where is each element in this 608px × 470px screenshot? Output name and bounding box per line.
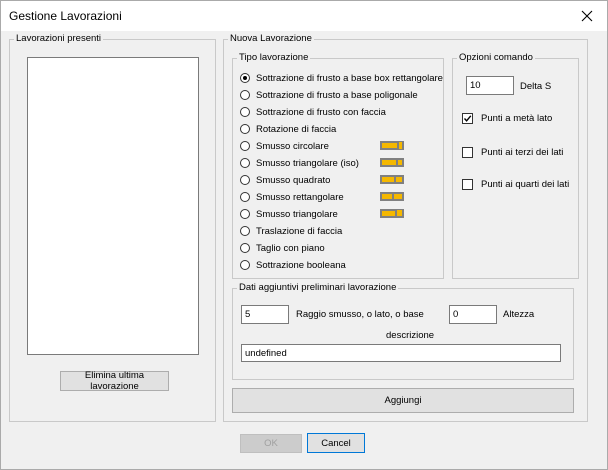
radio-label: Smusso rettangolare: [256, 191, 344, 203]
radio-option[interactable]: Smusso rettangolare: [240, 190, 410, 204]
radio-option[interactable]: Smusso circolare: [240, 139, 410, 153]
radio-label: Smusso triangolare (iso): [256, 157, 359, 169]
lavorazioni-presenti-label: Lavorazioni presenti: [16, 33, 102, 44]
radio-label: Sottrazione di frusto con faccia: [256, 106, 386, 118]
close-icon: [581, 10, 593, 22]
radio-button[interactable]: [240, 260, 250, 270]
nuova-lavorazione-label: Nuova Lavorazione: [230, 33, 312, 44]
checkbox-label: Punti a metà lato: [481, 112, 553, 124]
radio-button[interactable]: [240, 192, 250, 202]
dialog-window: Gestione Lavorazioni Lavorazioni present…: [0, 0, 608, 470]
checkbox[interactable]: [462, 146, 473, 158]
radio-option[interactable]: Sottrazione di frusto a base box rettang…: [240, 71, 443, 85]
radio-button[interactable]: [240, 107, 250, 117]
raggio-input[interactable]: 5: [241, 305, 289, 324]
checkbox-option[interactable]: Punti ai terzi dei lati: [462, 145, 563, 159]
radio-label: Taglio con piano: [256, 242, 325, 254]
checkbox-label: Punti ai quarti dei lati: [481, 178, 570, 190]
checkbox[interactable]: [462, 112, 473, 124]
raggio-label: Raggio smusso, o lato, o base: [296, 309, 424, 320]
smusso-circolare-thumbnail-icon: [380, 141, 404, 150]
smusso-triangolare-iso-thumbnail-icon: [380, 158, 404, 167]
title-bar: Gestione Lavorazioni: [1, 1, 607, 31]
checkbox-option[interactable]: Punti a metà lato: [462, 111, 552, 125]
radio-button[interactable]: [240, 175, 250, 185]
radio-button[interactable]: [240, 209, 250, 219]
radio-option[interactable]: Smusso triangolare (iso): [240, 156, 410, 170]
radio-option[interactable]: Smusso triangolare: [240, 207, 410, 221]
checkmark-icon: [463, 114, 472, 122]
ok-button[interactable]: OK: [240, 434, 302, 453]
aggiungi-button[interactable]: Aggiungi: [232, 388, 574, 413]
elimina-ultima-button[interactable]: Elimina ultima lavorazione: [60, 370, 169, 392]
tipo-lavorazione-options: Sottrazione di frusto a base box rettang…: [232, 53, 444, 279]
close-button[interactable]: [567, 1, 607, 31]
radio-button[interactable]: [240, 141, 250, 151]
opzioni-checkboxes: Punti a metà lato Punti ai terzi dei lat…: [452, 53, 579, 279]
smusso-triangolare-thumbnail-icon: [380, 209, 404, 218]
radio-label: Traslazione di faccia: [256, 225, 343, 237]
radio-label: Smusso triangolare: [256, 208, 338, 220]
checkbox-label: Punti ai terzi dei lati: [481, 146, 564, 158]
radio-label: Sottrazione di frusto a base box rettang…: [256, 72, 443, 84]
radio-option[interactable]: Traslazione di faccia: [240, 224, 342, 238]
cancel-button[interactable]: Cancel: [307, 433, 365, 453]
altezza-input[interactable]: 0: [449, 305, 497, 324]
radio-option[interactable]: Sottrazione di frusto a base poligonale: [240, 88, 418, 102]
radio-label: Rotazione di faccia: [256, 123, 337, 135]
lavorazioni-listbox[interactable]: [27, 57, 199, 355]
radio-button[interactable]: [240, 243, 250, 253]
radio-option[interactable]: Sottrazione di frusto con faccia: [240, 105, 386, 119]
radio-button[interactable]: [240, 73, 250, 83]
smusso-quadrato-thumbnail-icon: [380, 175, 404, 184]
descrizione-label: descrizione: [386, 330, 435, 341]
radio-option[interactable]: Rotazione di faccia: [240, 122, 336, 136]
radio-label: Sottrazione di frusto a base poligonale: [256, 89, 418, 101]
smusso-rettangolare-thumbnail-icon: [380, 192, 404, 201]
radio-button[interactable]: [240, 124, 250, 134]
descrizione-input[interactable]: undefined: [241, 344, 561, 362]
radio-option[interactable]: Smusso quadrato: [240, 173, 410, 187]
radio-label: Smusso circolare: [256, 140, 329, 152]
checkbox-option[interactable]: Punti ai quarti dei lati: [462, 177, 569, 191]
dati-aggiuntivi-label: Dati aggiuntivi preliminari lavorazione: [239, 282, 397, 293]
checkbox[interactable]: [462, 178, 473, 190]
radio-label: Sottrazione booleana: [256, 259, 346, 271]
radio-option[interactable]: Taglio con piano: [240, 241, 325, 255]
altezza-label: Altezza: [503, 309, 535, 320]
window-title: Gestione Lavorazioni: [9, 9, 122, 23]
radio-option[interactable]: Sottrazione booleana: [240, 258, 346, 272]
radio-button[interactable]: [240, 158, 250, 168]
radio-button[interactable]: [240, 90, 250, 100]
radio-label: Smusso quadrato: [256, 174, 331, 186]
radio-button[interactable]: [240, 226, 250, 236]
